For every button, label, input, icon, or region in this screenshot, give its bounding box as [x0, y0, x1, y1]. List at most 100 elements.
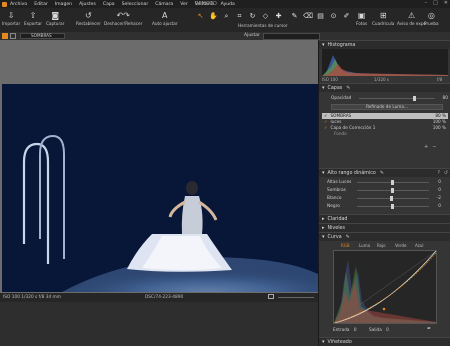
- layer-row-luces[interactable]: ✓ luces 100 %: [322, 119, 448, 125]
- reset-button[interactable]: ↺ Restablecer: [76, 10, 101, 27]
- eraser-icon[interactable]: ⌫: [303, 12, 313, 20]
- hdr-header[interactable]: ▾ Alto rango dinámico ✎ ? ↺: [319, 168, 450, 177]
- brush-icon[interactable]: ✎: [290, 12, 299, 20]
- clarity-header[interactable]: ▸ Claridad: [319, 214, 450, 223]
- maximize-icon[interactable]: □: [433, 0, 438, 6]
- layer-name: Fondo: [334, 131, 347, 137]
- zoom-slider[interactable]: [278, 297, 314, 298]
- black-knob[interactable]: [391, 204, 394, 209]
- document-title: REMOTO: [195, 1, 217, 7]
- grid-label: Cuadrícula: [372, 21, 395, 26]
- undo-redo-icon: ↶↷: [116, 10, 130, 20]
- highlights-knob[interactable]: [391, 180, 394, 185]
- opacity-knob[interactable]: [413, 96, 416, 101]
- spot-icon[interactable]: ✚: [274, 12, 283, 20]
- layer-actions: + −: [424, 144, 436, 150]
- layer-row-sombras[interactable]: ✓ SOMBRAS 80 %: [322, 113, 448, 119]
- curve-output: Salida 0: [369, 327, 389, 332]
- highlights-slider[interactable]: [357, 180, 429, 185]
- annotation-icon[interactable]: ✐: [342, 12, 351, 20]
- check-icon: ✓: [324, 119, 328, 125]
- tab-rojo[interactable]: Rojo: [377, 243, 386, 248]
- levels-header[interactable]: ▸ Niveles: [319, 223, 450, 232]
- main-toolbar: ⇩ Importar ⇧ Exportar ◙ Capturar ↺ Resta…: [0, 8, 450, 32]
- layer-select[interactable]: SOMBRAS: [20, 33, 65, 39]
- white-knob[interactable]: [390, 196, 393, 201]
- expand-arrow-icon: ▸: [322, 225, 325, 231]
- input-value: 0: [353, 327, 357, 332]
- adjust-dropdown[interactable]: [263, 33, 320, 40]
- multi-view-icon[interactable]: [10, 33, 16, 39]
- exposure-warning-button[interactable]: ⚠ Aviso de expo: [397, 10, 426, 27]
- photo-scene: [2, 84, 318, 292]
- collapse-arrow-icon: ▾: [322, 234, 325, 240]
- proof-button[interactable]: ◎ Prueba: [424, 10, 439, 27]
- output-label: Salida: [369, 327, 382, 332]
- keystone-icon[interactable]: ◇: [261, 12, 270, 20]
- reset-icon[interactable]: ↺: [444, 171, 448, 176]
- layers-header[interactable]: ▾ Capas ✎: [319, 83, 450, 92]
- pan-icon[interactable]: ✋: [209, 12, 218, 20]
- refine-luma-button[interactable]: Refinado de Luma...: [331, 104, 443, 110]
- opacity-value: 80: [442, 95, 448, 101]
- collapse-arrow-icon: ▾: [322, 170, 325, 176]
- histogram-header[interactable]: ▾ Histograma: [319, 40, 450, 49]
- histogram-iso: ISO 100: [322, 77, 338, 82]
- help-icon[interactable]: ?: [437, 171, 440, 176]
- black-slider[interactable]: [357, 204, 429, 209]
- app-logo-icon: [2, 1, 7, 7]
- import-label: Importar: [2, 21, 21, 26]
- photos-label: Fotos: [356, 21, 368, 26]
- minimize-icon[interactable]: –: [425, 0, 428, 6]
- auto-adjust-button[interactable]: A Auto ajustar: [152, 10, 178, 27]
- import-button[interactable]: ⇩ Importar: [2, 10, 21, 27]
- tab-azul[interactable]: Azul: [415, 243, 423, 248]
- curve-editor[interactable]: [333, 250, 437, 324]
- rotate-icon[interactable]: ↻: [248, 12, 257, 20]
- add-layer-icon[interactable]: +: [424, 144, 428, 150]
- curves-header[interactable]: ▾ Curva ✎: [319, 232, 450, 241]
- menu-seleccionar[interactable]: Seleccionar: [122, 2, 149, 7]
- vignette-header[interactable]: ▾ Viñeteado: [319, 337, 450, 346]
- menu-archivo[interactable]: Archivo: [10, 2, 27, 7]
- capture-info: ISO 100 1/320 s f/8 34 mm: [3, 295, 61, 300]
- auto-adjust-label: Auto ajustar: [152, 21, 178, 26]
- menu-ver[interactable]: Ver: [180, 2, 188, 7]
- zoom-icon[interactable]: ⌕: [222, 12, 231, 20]
- fit-view-icon[interactable]: [268, 294, 274, 299]
- opacity-slider[interactable]: [359, 96, 435, 101]
- pencil-icon: ✎: [346, 85, 351, 91]
- undo-redo-button[interactable]: ↶↷ Deshacer/Rehacer: [104, 10, 142, 27]
- delete-layer-icon[interactable]: −: [432, 144, 436, 150]
- input-label: Entrada: [333, 327, 350, 332]
- crop-icon[interactable]: ⌗: [235, 12, 244, 20]
- menu-editar[interactable]: Editar: [34, 2, 48, 7]
- histogram-graph: [322, 55, 448, 76]
- shadows-slider[interactable]: [357, 188, 429, 193]
- filmstrip[interactable]: [0, 302, 318, 346]
- tab-verde[interactable]: Verde: [395, 243, 406, 248]
- menu-camara[interactable]: Cámara: [155, 2, 173, 7]
- hdr-label: Altas Luces: [327, 179, 352, 185]
- eyedropper-icon[interactable]: ✒: [427, 326, 431, 332]
- menu-ajustes[interactable]: Ajustes: [79, 2, 96, 7]
- grid-button[interactable]: ⊞ Cuadrícula: [372, 10, 395, 27]
- shadows-knob[interactable]: [391, 188, 394, 193]
- menu-imagen[interactable]: Imagen: [55, 2, 72, 7]
- tab-luma[interactable]: Luma: [359, 243, 370, 248]
- menu-capa[interactable]: Capa: [103, 2, 115, 7]
- menu-ayuda[interactable]: Ayuda: [221, 2, 235, 7]
- gradient-icon[interactable]: ▤: [316, 12, 325, 20]
- photos-button[interactable]: ▣ Fotos: [356, 10, 368, 27]
- picker-icon[interactable]: ⊙: [329, 12, 338, 20]
- layer-row-fondo[interactable]: Fondo: [322, 131, 448, 137]
- layer-row-correccion[interactable]: ✓ Capa de Corrección 1 100 %: [322, 125, 448, 131]
- select-cursor-icon[interactable]: ↖: [196, 12, 205, 20]
- export-button[interactable]: ⇧ Exportar: [24, 10, 42, 27]
- capture-button[interactable]: ◙ Capturar: [46, 10, 64, 27]
- view-mode-icon[interactable]: [2, 33, 8, 39]
- tab-rgb[interactable]: RGB: [341, 243, 350, 248]
- curves-title: Curva: [327, 234, 342, 240]
- close-icon[interactable]: ✕: [444, 0, 448, 6]
- white-slider[interactable]: [357, 196, 429, 201]
